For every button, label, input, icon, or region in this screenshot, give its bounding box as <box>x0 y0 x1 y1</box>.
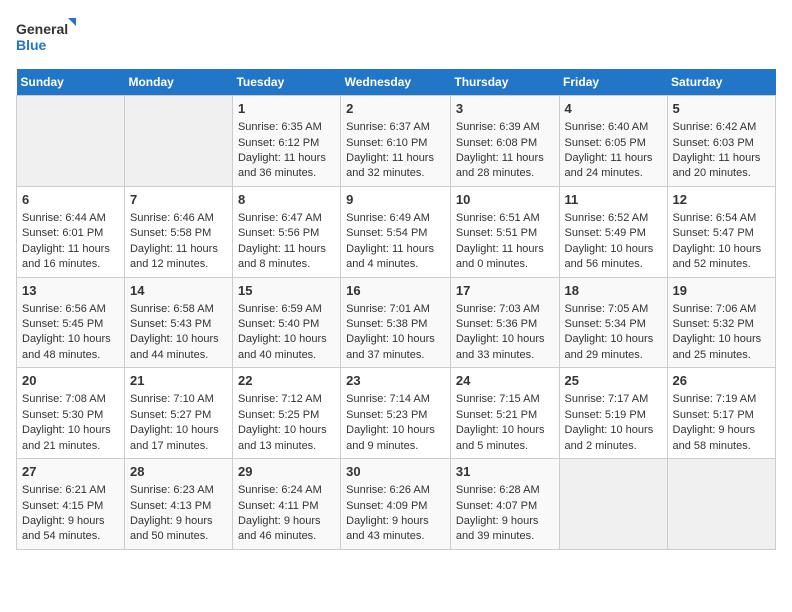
week-row-2: 6Sunrise: 6:44 AMSunset: 6:01 PMDaylight… <box>17 186 776 277</box>
week-row-4: 20Sunrise: 7:08 AMSunset: 5:30 PMDayligh… <box>17 368 776 459</box>
weekday-header-row: SundayMondayTuesdayWednesdayThursdayFrid… <box>17 69 776 96</box>
calendar-cell: 12Sunrise: 6:54 AMSunset: 5:47 PMDayligh… <box>667 186 775 277</box>
calendar-cell: 30Sunrise: 6:26 AMSunset: 4:09 PMDayligh… <box>341 459 451 550</box>
week-row-5: 27Sunrise: 6:21 AMSunset: 4:15 PMDayligh… <box>17 459 776 550</box>
calendar-cell: 9Sunrise: 6:49 AMSunset: 5:54 PMDaylight… <box>341 186 451 277</box>
calendar-cell <box>124 96 232 187</box>
calendar-cell: 19Sunrise: 7:06 AMSunset: 5:32 PMDayligh… <box>667 277 775 368</box>
weekday-header-monday: Monday <box>124 69 232 96</box>
day-number: 8 <box>238 191 335 209</box>
calendar-cell: 11Sunrise: 6:52 AMSunset: 5:49 PMDayligh… <box>559 186 667 277</box>
weekday-header-saturday: Saturday <box>667 69 775 96</box>
day-number: 13 <box>22 282 119 300</box>
day-number: 27 <box>22 463 119 481</box>
calendar-cell: 20Sunrise: 7:08 AMSunset: 5:30 PMDayligh… <box>17 368 125 459</box>
day-number: 6 <box>22 191 119 209</box>
logo: General Blue <box>16 16 76 61</box>
day-number: 25 <box>565 372 662 390</box>
calendar-cell: 10Sunrise: 6:51 AMSunset: 5:51 PMDayligh… <box>450 186 559 277</box>
weekday-header-friday: Friday <box>559 69 667 96</box>
calendar-cell: 26Sunrise: 7:19 AMSunset: 5:17 PMDayligh… <box>667 368 775 459</box>
day-number: 26 <box>673 372 770 390</box>
day-number: 16 <box>346 282 445 300</box>
day-number: 28 <box>130 463 227 481</box>
calendar-cell: 28Sunrise: 6:23 AMSunset: 4:13 PMDayligh… <box>124 459 232 550</box>
calendar-cell: 5Sunrise: 6:42 AMSunset: 6:03 PMDaylight… <box>667 96 775 187</box>
calendar-cell: 3Sunrise: 6:39 AMSunset: 6:08 PMDaylight… <box>450 96 559 187</box>
day-number: 29 <box>238 463 335 481</box>
day-number: 4 <box>565 100 662 118</box>
day-number: 24 <box>456 372 554 390</box>
day-number: 19 <box>673 282 770 300</box>
weekday-header-sunday: Sunday <box>17 69 125 96</box>
day-number: 31 <box>456 463 554 481</box>
day-number: 22 <box>238 372 335 390</box>
calendar-cell: 6Sunrise: 6:44 AMSunset: 6:01 PMDaylight… <box>17 186 125 277</box>
calendar-cell: 2Sunrise: 6:37 AMSunset: 6:10 PMDaylight… <box>341 96 451 187</box>
day-number: 9 <box>346 191 445 209</box>
svg-text:Blue: Blue <box>16 37 47 53</box>
calendar-cell <box>667 459 775 550</box>
day-number: 1 <box>238 100 335 118</box>
week-row-3: 13Sunrise: 6:56 AMSunset: 5:45 PMDayligh… <box>17 277 776 368</box>
day-number: 17 <box>456 282 554 300</box>
calendar-cell: 17Sunrise: 7:03 AMSunset: 5:36 PMDayligh… <box>450 277 559 368</box>
calendar-cell: 4Sunrise: 6:40 AMSunset: 6:05 PMDaylight… <box>559 96 667 187</box>
calendar-cell: 7Sunrise: 6:46 AMSunset: 5:58 PMDaylight… <box>124 186 232 277</box>
svg-text:General: General <box>16 21 68 37</box>
weekday-header-tuesday: Tuesday <box>232 69 340 96</box>
calendar-cell: 24Sunrise: 7:15 AMSunset: 5:21 PMDayligh… <box>450 368 559 459</box>
day-number: 12 <box>673 191 770 209</box>
calendar-cell: 18Sunrise: 7:05 AMSunset: 5:34 PMDayligh… <box>559 277 667 368</box>
calendar-cell: 8Sunrise: 6:47 AMSunset: 5:56 PMDaylight… <box>232 186 340 277</box>
calendar-cell: 31Sunrise: 6:28 AMSunset: 4:07 PMDayligh… <box>450 459 559 550</box>
calendar-cell: 25Sunrise: 7:17 AMSunset: 5:19 PMDayligh… <box>559 368 667 459</box>
day-number: 10 <box>456 191 554 209</box>
day-number: 11 <box>565 191 662 209</box>
calendar-table: SundayMondayTuesdayWednesdayThursdayFrid… <box>16 69 776 550</box>
day-number: 2 <box>346 100 445 118</box>
calendar-cell: 15Sunrise: 6:59 AMSunset: 5:40 PMDayligh… <box>232 277 340 368</box>
day-number: 23 <box>346 372 445 390</box>
calendar-cell <box>17 96 125 187</box>
day-number: 7 <box>130 191 227 209</box>
calendar-cell: 1Sunrise: 6:35 AMSunset: 6:12 PMDaylight… <box>232 96 340 187</box>
day-number: 18 <box>565 282 662 300</box>
weekday-header-thursday: Thursday <box>450 69 559 96</box>
page-header: General Blue <box>16 16 776 61</box>
calendar-cell: 23Sunrise: 7:14 AMSunset: 5:23 PMDayligh… <box>341 368 451 459</box>
week-row-1: 1Sunrise: 6:35 AMSunset: 6:12 PMDaylight… <box>17 96 776 187</box>
weekday-header-wednesday: Wednesday <box>341 69 451 96</box>
logo-svg: General Blue <box>16 16 76 61</box>
day-number: 20 <box>22 372 119 390</box>
calendar-cell: 21Sunrise: 7:10 AMSunset: 5:27 PMDayligh… <box>124 368 232 459</box>
calendar-cell: 29Sunrise: 6:24 AMSunset: 4:11 PMDayligh… <box>232 459 340 550</box>
day-number: 21 <box>130 372 227 390</box>
calendar-cell: 22Sunrise: 7:12 AMSunset: 5:25 PMDayligh… <box>232 368 340 459</box>
day-number: 5 <box>673 100 770 118</box>
calendar-cell <box>559 459 667 550</box>
day-number: 3 <box>456 100 554 118</box>
calendar-cell: 16Sunrise: 7:01 AMSunset: 5:38 PMDayligh… <box>341 277 451 368</box>
day-number: 30 <box>346 463 445 481</box>
calendar-cell: 14Sunrise: 6:58 AMSunset: 5:43 PMDayligh… <box>124 277 232 368</box>
day-number: 15 <box>238 282 335 300</box>
day-number: 14 <box>130 282 227 300</box>
calendar-cell: 27Sunrise: 6:21 AMSunset: 4:15 PMDayligh… <box>17 459 125 550</box>
calendar-cell: 13Sunrise: 6:56 AMSunset: 5:45 PMDayligh… <box>17 277 125 368</box>
